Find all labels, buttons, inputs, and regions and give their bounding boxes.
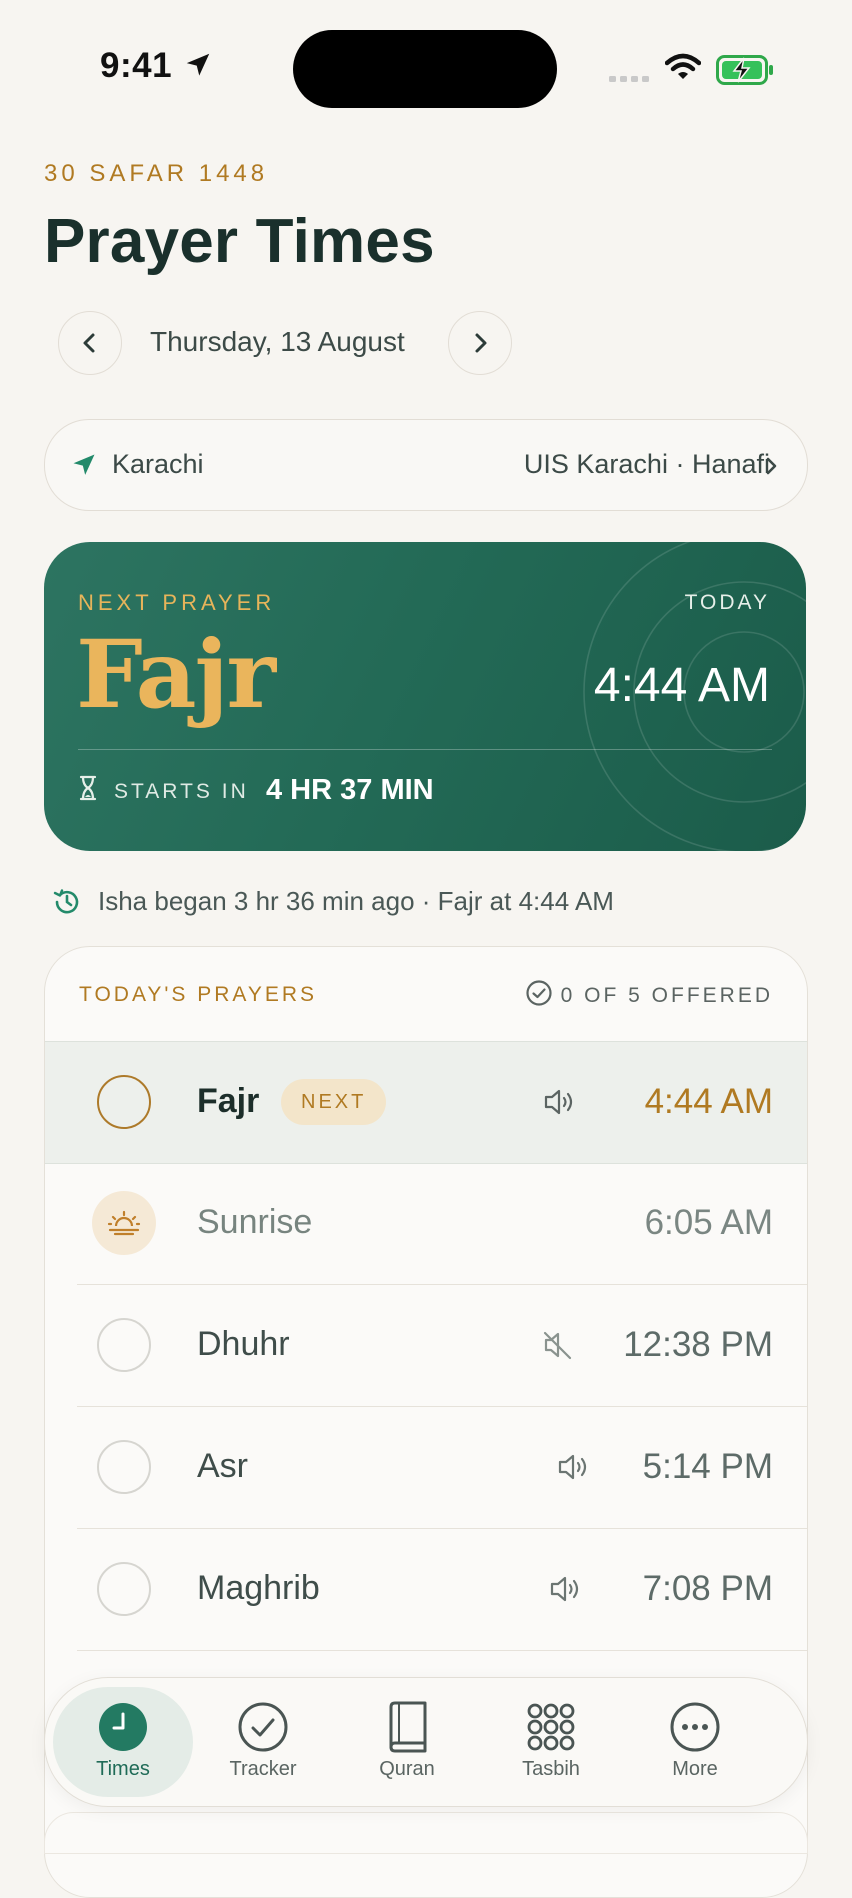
prayer-row-dhuhr[interactable]: Dhuhr 12:38 PM — [45, 1285, 807, 1406]
prayer-name: Maghrib — [197, 1569, 320, 1607]
tab-label: Quran — [379, 1758, 435, 1780]
offered-count: 0 OF 5 OFFERED — [560, 984, 773, 1007]
status-time: 9:41 — [100, 46, 173, 85]
prayer-checkbox[interactable] — [97, 1562, 151, 1616]
prayer-time: 4:44 AM — [644, 1082, 773, 1121]
location-city: Karachi — [112, 449, 204, 479]
location-arrow-icon — [73, 454, 95, 475]
next-prayer-day: TODAY — [684, 591, 770, 614]
prayer-row-fajr[interactable]: Fajr NEXT 4:44 AM — [45, 1041, 807, 1164]
prayer-status-info: Isha began 3 hr 36 min ago · Fajr at 4:4… — [98, 886, 614, 916]
previous-day-button[interactable] — [58, 311, 122, 375]
speaker-on-icon[interactable] — [557, 1452, 593, 1482]
speaker-muted-icon[interactable] — [541, 1330, 575, 1360]
prayer-checkbox[interactable] — [97, 1318, 151, 1372]
next-day-button[interactable] — [448, 311, 512, 375]
prayer-row-sunrise: Sunrise 6:05 AM — [45, 1163, 807, 1284]
prayer-name: Asr — [197, 1447, 248, 1485]
prayer-checkbox[interactable] — [97, 1075, 151, 1129]
tab-more[interactable]: More — [625, 1678, 765, 1806]
tab-times[interactable]: Times — [53, 1687, 193, 1797]
hijri-date: 30 SAFAR 1448 — [44, 160, 269, 187]
clock-icon — [99, 1703, 147, 1751]
tab-tasbih[interactable]: Tasbih — [481, 1678, 621, 1806]
sunrise-badge — [92, 1191, 156, 1255]
scroll-content-ghost — [44, 1812, 808, 1854]
prayer-time: 6:05 AM — [644, 1203, 773, 1242]
prayer-name: Dhuhr — [197, 1325, 290, 1363]
tab-label: Tasbih — [522, 1758, 580, 1780]
wifi-icon — [665, 53, 701, 79]
history-icon — [53, 889, 79, 914]
beads-grid-icon — [527, 1703, 575, 1751]
tab-label: Tracker — [229, 1758, 297, 1780]
next-badge: NEXT — [281, 1079, 387, 1125]
sunrise-icon — [107, 1210, 141, 1236]
row-divider — [77, 1650, 807, 1651]
book-icon — [389, 1701, 427, 1753]
prayer-row-maghrib[interactable]: Maghrib 7:08 PM — [45, 1529, 807, 1650]
next-prayer-name: Fajr — [76, 620, 276, 730]
dynamic-island — [293, 30, 557, 108]
prayer-name: Sunrise — [197, 1203, 313, 1241]
calculation-method: UIS Karachi · Hanafi — [523, 449, 770, 479]
next-prayer-card[interactable]: NEXT PRAYER TODAY Fajr 4:44 AM STARTS IN… — [44, 542, 806, 851]
check-circle-icon — [238, 1702, 288, 1752]
battery-charging-icon — [716, 55, 773, 85]
tab-label: More — [672, 1758, 718, 1780]
chevron-right-icon — [475, 333, 487, 353]
speaker-on-icon[interactable] — [543, 1087, 579, 1117]
prayer-name: Fajr — [197, 1082, 260, 1120]
check-circle-icon — [526, 980, 552, 1006]
chevron-right-icon — [766, 457, 777, 475]
prayer-row-asr[interactable]: Asr 5:14 PM — [45, 1407, 807, 1528]
tab-bar: Times Tracker Quran Tasbih More — [44, 1677, 808, 1807]
prayer-time: 5:14 PM — [642, 1447, 773, 1486]
location-arrow-icon — [186, 53, 210, 76]
selected-date[interactable]: Thursday, 13 August — [150, 326, 405, 358]
prayer-time: 12:38 PM — [623, 1325, 773, 1364]
hourglass-icon — [79, 775, 97, 801]
chevron-left-icon — [83, 333, 95, 353]
more-icon — [670, 1702, 720, 1752]
starts-in-label: STARTS IN — [114, 780, 249, 803]
tab-quran[interactable]: Quran — [337, 1678, 477, 1806]
page-title: Prayer Times — [44, 207, 435, 276]
card-divider — [78, 749, 772, 750]
starts-in-countdown: 4 HR 37 MIN — [266, 774, 434, 806]
next-prayer-time: 4:44 AM — [593, 659, 770, 712]
list-title: TODAY'S PRAYERS — [79, 983, 318, 1006]
cellular-signal-icon — [609, 76, 649, 82]
speaker-on-icon[interactable] — [549, 1574, 585, 1604]
tab-label: Times — [96, 1758, 150, 1780]
prayer-time: 7:08 PM — [642, 1569, 773, 1608]
next-prayer-label: NEXT PRAYER — [78, 590, 276, 615]
prayer-checkbox[interactable] — [97, 1440, 151, 1494]
tab-tracker[interactable]: Tracker — [193, 1678, 333, 1806]
